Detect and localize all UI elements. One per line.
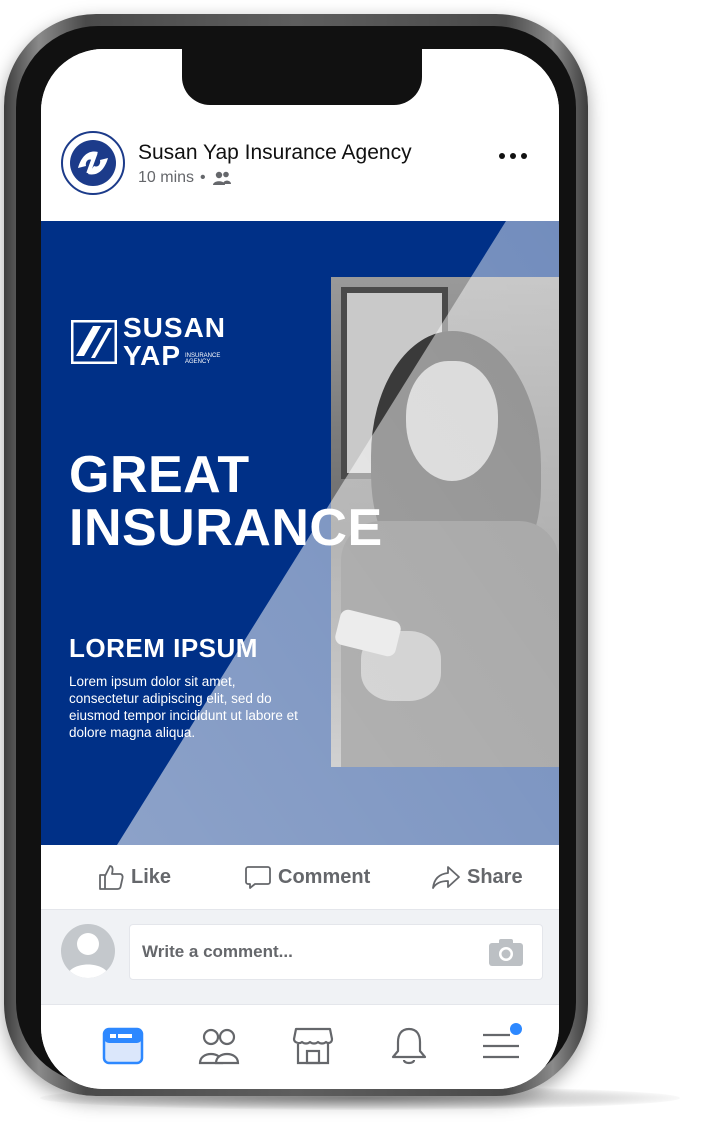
news-feed-icon	[102, 1027, 144, 1065]
like-button[interactable]: Like	[97, 863, 171, 891]
post-ad-image[interactable]: SUSAN YAP INSURANCE AGENCY GREAT INSURAN…	[41, 221, 559, 845]
brand-mark-icon	[71, 320, 117, 364]
friends-icon	[212, 171, 231, 185]
agency-logo-icon	[70, 140, 116, 186]
ad-subheading: LOREM IPSUM	[69, 633, 258, 663]
nav-menu[interactable]	[476, 1021, 526, 1071]
menu-notification-badge	[510, 1023, 522, 1035]
meta-separator: •	[200, 169, 206, 186]
comment-label: Comment	[278, 865, 371, 888]
bottom-nav-bar	[41, 1004, 559, 1089]
comment-placeholder: Write a comment...	[142, 942, 293, 961]
brand-small-line1: INSURANCE	[185, 352, 221, 359]
friends-icon	[198, 1028, 240, 1065]
brand-text: SUSAN YAP INSURANCE AGENCY	[123, 314, 226, 370]
more-options-icon[interactable]	[499, 153, 527, 159]
ad-headline-line2: INSURANCE	[69, 499, 383, 557]
brand-line2: YAP	[123, 340, 182, 371]
like-label: Like	[131, 865, 172, 888]
brand-line2-row: YAP INSURANCE AGENCY	[123, 342, 226, 370]
nav-marketplace[interactable]	[288, 1021, 338, 1071]
share-button[interactable]: Share	[431, 863, 523, 891]
page-name[interactable]: Susan Yap Insurance Agency	[138, 141, 412, 165]
brand-small-line2: AGENCY	[185, 359, 211, 366]
share-label: Share	[467, 865, 523, 888]
nav-friends[interactable]	[194, 1021, 244, 1071]
nav-news-feed[interactable]	[98, 1021, 148, 1071]
comment-input[interactable]: Write a comment...	[129, 924, 543, 980]
phone-notch	[182, 49, 422, 105]
ad-body-text: Lorem ipsum dolor sit amet, consectetur …	[69, 674, 298, 740]
user-avatar[interactable]	[61, 924, 115, 978]
share-arrow-icon	[432, 866, 460, 889]
post-time[interactable]: 10 mins	[138, 169, 194, 187]
phone-screen: Susan Yap Insurance Agency 10 mins • SUS…	[41, 49, 559, 1089]
ad-headline-line1: GREAT	[69, 446, 250, 504]
brand-small-text: INSURANCE AGENCY	[185, 353, 220, 370]
notifications-bell-icon	[391, 1027, 427, 1065]
thumbs-up-icon	[99, 865, 124, 890]
post-meta: 10 mins •	[138, 169, 232, 187]
marketplace-icon	[292, 1027, 334, 1065]
comment-composer: Write a comment...	[41, 910, 559, 1004]
comment-bubble-icon	[245, 866, 271, 889]
nav-notifications[interactable]	[384, 1021, 434, 1071]
ad-headline: GREAT INSURANCE	[69, 449, 383, 555]
page-avatar[interactable]	[61, 131, 125, 195]
post-actions-bar: Like Comment Share	[41, 845, 559, 910]
default-user-icon	[67, 933, 109, 978]
comment-button[interactable]: Comment	[244, 863, 370, 891]
ad-brand-logo: SUSAN YAP INSURANCE AGENCY	[71, 314, 226, 370]
brand-line1: SUSAN	[123, 312, 227, 343]
camera-icon[interactable]	[488, 937, 524, 967]
